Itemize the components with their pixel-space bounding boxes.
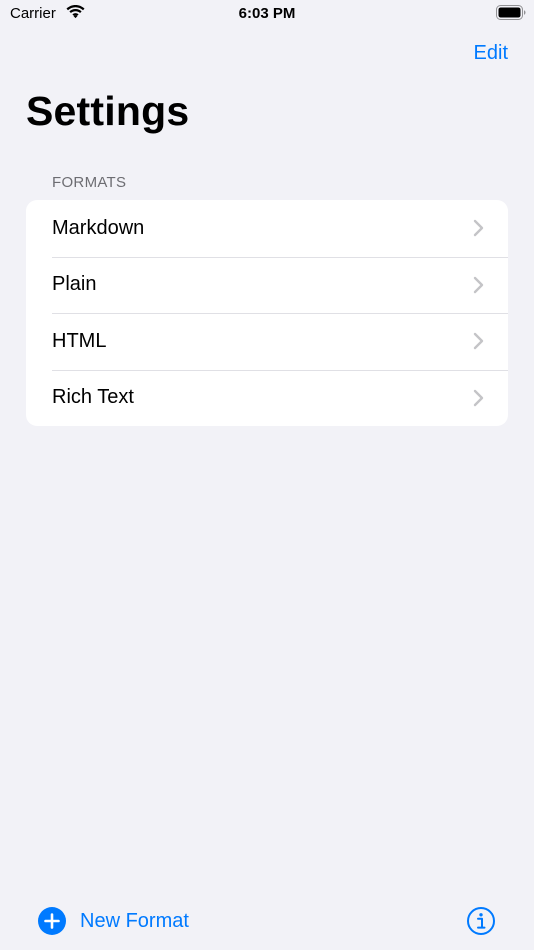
list-item-label: Rich Text xyxy=(52,386,134,409)
page-title: Settings xyxy=(26,88,190,134)
chevron-right-icon xyxy=(473,220,484,237)
list-item-plain[interactable]: Plain xyxy=(26,256,508,314)
chevron-right-icon xyxy=(473,333,484,350)
list-item-label: Markdown xyxy=(52,216,145,239)
list-item-markdown[interactable]: Markdown xyxy=(26,200,508,257)
list-item-label: Plain xyxy=(52,273,97,296)
status-bar: Carrier 6:03 PM xyxy=(0,0,534,30)
formats-list: Markdown Plain HTML Rich Text xyxy=(26,200,508,426)
new-format-label: New Format xyxy=(80,909,189,932)
info-icon[interactable] xyxy=(466,906,496,936)
new-format-button[interactable]: New Format xyxy=(38,907,189,935)
edit-button[interactable]: Edit xyxy=(474,42,508,65)
bottom-toolbar: New Format xyxy=(0,890,534,950)
section-header-formats: FORMATS xyxy=(52,174,127,191)
chevron-right-icon xyxy=(473,276,484,293)
plus-circle-icon xyxy=(38,907,66,935)
status-time: 6:03 PM xyxy=(238,5,296,22)
list-item-label: HTML xyxy=(52,329,107,352)
chevron-right-icon xyxy=(473,389,484,406)
list-item-rich-text[interactable]: Rich Text xyxy=(26,369,508,427)
battery-icon xyxy=(496,5,526,20)
list-item-html[interactable]: HTML xyxy=(26,313,508,370)
